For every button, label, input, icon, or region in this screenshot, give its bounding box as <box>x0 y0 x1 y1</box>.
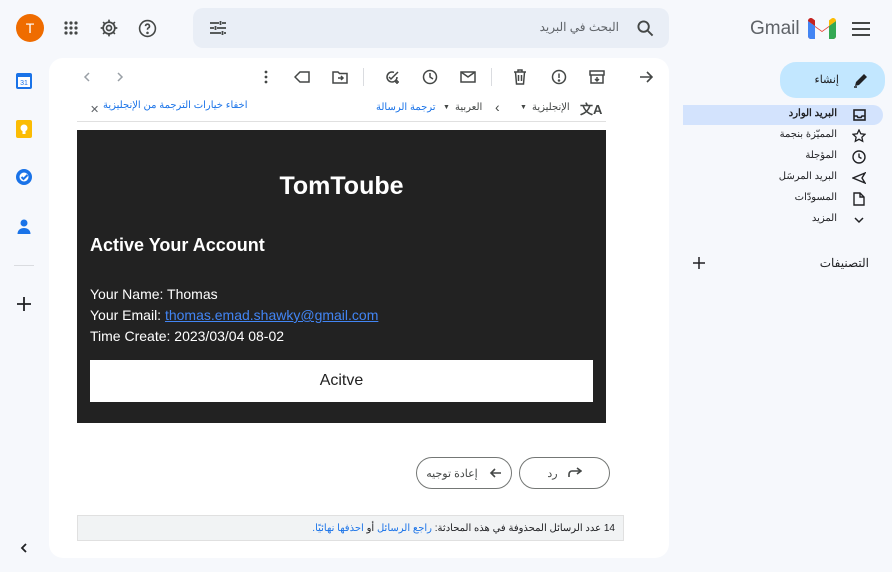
email-body-card: TomToube Active Your Account Your Name: … <box>77 130 606 423</box>
contacts-app-icon[interactable] <box>12 214 36 238</box>
gmail-wordmark: Gmail <box>750 18 800 39</box>
forward-arrow-icon <box>489 468 501 478</box>
translate-icon: 文A <box>580 102 603 117</box>
email-heading: Active Your Account <box>90 235 265 255</box>
lang-direction-chevron-icon: ‹ <box>495 99 500 115</box>
email-brand-title: TomToube <box>279 172 404 200</box>
forward-button[interactable]: إعادة توجيه <box>416 457 512 489</box>
email-name-line: Your Name: Thomas <box>90 286 218 302</box>
send-icon <box>851 170 867 186</box>
keep-app-icon[interactable] <box>12 117 36 141</box>
help-icon[interactable] <box>136 17 158 39</box>
sidebar-item-snoozed[interactable]: المؤجلة <box>683 147 883 167</box>
source-lang-dropdown-arrow-icon[interactable]: ▼ <box>520 104 527 111</box>
close-translation-x-icon[interactable]: ✕ <box>90 103 99 116</box>
toolbar-divider <box>363 68 364 86</box>
reply-arrow-icon <box>567 467 582 477</box>
sidebar-item-starred[interactable]: المميّزة بنجمة <box>683 126 883 146</box>
move-to-icon[interactable] <box>329 66 351 88</box>
archive-icon[interactable] <box>586 66 608 88</box>
newer-chevron-right-icon[interactable] <box>109 66 131 88</box>
rail-divider <box>14 265 34 266</box>
labels-heading: التصنيفات <box>819 256 869 270</box>
delete-trash-icon[interactable] <box>509 66 531 88</box>
more-vert-icon[interactable] <box>255 66 277 88</box>
translate-message-link[interactable]: ترجمة الرسالة <box>376 102 436 113</box>
sidebar-item-sent[interactable]: البريد المرسَل <box>683 168 883 188</box>
avatar-letter: T <box>25 20 35 36</box>
gmail-logo[interactable]: Gmail <box>750 16 840 40</box>
sidebar-item-label: المسودّات <box>794 192 837 203</box>
toolbar-divider <box>491 68 492 86</box>
add-to-tasks-icon[interactable] <box>381 66 403 88</box>
star-icon <box>851 128 867 144</box>
search-options-tune-icon[interactable] <box>207 18 229 38</box>
activate-button[interactable]: Acitve <box>90 360 593 402</box>
gmail-m-icon <box>808 18 836 39</box>
delete-forever-link[interactable]: احذفها نهائيًا. <box>312 523 364 534</box>
older-chevron-left-icon[interactable] <box>76 66 98 88</box>
deleted-count: 14 <box>603 522 615 534</box>
back-arrow-icon[interactable] <box>635 66 657 88</box>
sidebar-item-more[interactable]: المزيد <box>683 210 883 230</box>
sidebar-item-label: المزيد <box>811 213 837 224</box>
draft-icon <box>851 191 867 207</box>
settings-gear-icon[interactable] <box>98 17 120 39</box>
main-menu-icon[interactable] <box>850 18 872 40</box>
source-lang-select[interactable]: الإنجليزية <box>532 102 570 113</box>
email-address-link[interactable]: thomas.emad.shawky@gmail.com <box>165 307 378 323</box>
clock-icon <box>851 149 867 165</box>
sidebar-item-label: المؤجلة <box>805 150 837 161</box>
compose-button[interactable]: إنشاء <box>780 62 885 98</box>
svg-text:31: 31 <box>20 80 28 87</box>
compose-label: إنشاء <box>814 74 839 86</box>
apps-grid-icon[interactable] <box>60 17 82 39</box>
reply-label: رد <box>547 467 558 480</box>
target-lang-select[interactable]: العربية <box>455 102 482 113</box>
sidebar-item-inbox[interactable]: البريد الوارد <box>683 105 883 125</box>
mark-unread-mail-icon[interactable] <box>457 66 479 88</box>
report-spam-icon[interactable] <box>548 66 570 88</box>
search-input[interactable]: البحث في البريد <box>540 20 619 34</box>
collapse-panel-chevron-icon[interactable] <box>12 536 36 560</box>
search-bar[interactable]: البحث في البريد <box>193 8 669 48</box>
hide-translation-options-link[interactable]: اخفاء خيارات الترجمة من الإنجليزية <box>103 100 248 111</box>
calendar-app-icon[interactable]: 31 <box>12 69 36 93</box>
deleted-messages-notice: 14 عدد الرسائل المحذوفة في هذه المحادثة:… <box>77 515 624 541</box>
reply-button[interactable]: رد <box>519 457 610 489</box>
snooze-clock-icon[interactable] <box>419 66 441 88</box>
email-time-line: Time Create: 2023/03/04 08-02 <box>90 328 285 344</box>
target-lang-dropdown-arrow-icon[interactable]: ▼ <box>443 104 450 111</box>
sidebar-item-label: المميّزة بنجمة <box>779 129 837 140</box>
avatar[interactable]: T <box>16 14 44 42</box>
view-deleted-link[interactable]: راجع الرسائل <box>377 523 432 534</box>
deleted-or-text: أو <box>366 522 375 534</box>
sidebar-item-label: البريد الوارد <box>788 108 837 119</box>
chevron-down-icon <box>851 212 867 228</box>
sidebar-item-label: البريد المرسَل <box>778 171 837 182</box>
label-icon[interactable] <box>291 66 313 88</box>
compose-pencil-icon <box>854 74 867 88</box>
sidebar-item-drafts[interactable]: المسودّات <box>683 189 883 209</box>
tasks-app-icon[interactable] <box>12 165 36 189</box>
deleted-text: عدد الرسائل المحذوفة في هذه المحادثة: <box>434 522 602 534</box>
email-address-label: Your Email: <box>90 307 165 323</box>
email-address-line: Your Email: thomas.emad.shawky@gmail.com <box>90 307 378 323</box>
forward-label: إعادة توجيه <box>426 467 478 480</box>
get-addons-plus-icon[interactable] <box>12 292 36 316</box>
inbox-icon <box>851 107 867 123</box>
search-icon[interactable] <box>635 18 655 38</box>
translation-bar: ✕ اخفاء خيارات الترجمة من الإنجليزية ترج… <box>77 98 606 122</box>
add-label-plus-icon[interactable] <box>690 254 708 272</box>
